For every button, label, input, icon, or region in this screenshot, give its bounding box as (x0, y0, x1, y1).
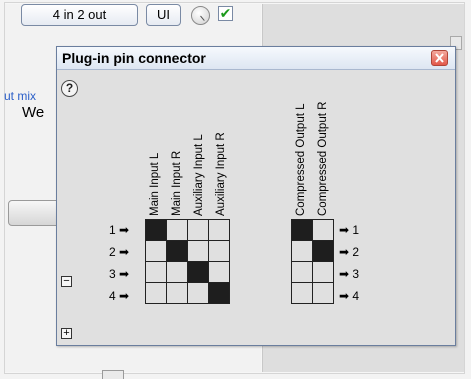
wet-knob[interactable] (191, 6, 210, 25)
pin-cell-connected[interactable] (312, 240, 334, 262)
pin-column-label: Main Input R (171, 150, 183, 216)
pin-row-label: ➡ 4 (339, 289, 360, 303)
pin-column-label: Auxiliary Input R (215, 132, 227, 216)
pin-cell[interactable] (291, 240, 313, 262)
pin-cell-connected[interactable] (291, 219, 313, 241)
pin-cell[interactable] (291, 261, 313, 283)
pin-cell[interactable] (187, 219, 209, 241)
pin-cell[interactable] (166, 282, 188, 304)
fader-slider[interactable] (8, 200, 60, 226)
pin-cell-connected[interactable] (166, 240, 188, 262)
pin-cell-connected[interactable] (208, 282, 230, 304)
wet-sub-label: We (22, 104, 45, 121)
pin-cell[interactable] (312, 219, 334, 241)
pin-cell[interactable] (312, 282, 334, 304)
pin-column-label: Auxiliary Input L (193, 134, 205, 216)
wet-mix-label: ut mix (4, 89, 37, 103)
pin-cell[interactable] (145, 240, 167, 262)
pin-cell[interactable] (208, 219, 230, 241)
pin-row-label: ➡ 3 (339, 267, 360, 281)
pin-row-label: 4 ➡ (109, 289, 130, 303)
pin-row-label: 1 ➡ (109, 223, 130, 237)
routing-button[interactable]: 4 in 2 out (21, 4, 138, 26)
pin-cell[interactable] (291, 282, 313, 304)
pin-row-label: ➡ 2 (339, 245, 360, 259)
pin-cell-connected[interactable] (145, 219, 167, 241)
enable-checkbox[interactable]: ✔ (218, 6, 233, 21)
close-icon (435, 53, 444, 63)
pin-cell[interactable] (208, 261, 230, 283)
pin-cell[interactable] (145, 261, 167, 283)
pin-cell-connected[interactable] (187, 261, 209, 283)
close-button[interactable] (431, 50, 448, 66)
pin-connector-dialog: Plug-in pin connector ? − + Main Input L… (56, 46, 456, 346)
expand-button[interactable]: + (61, 328, 72, 339)
pin-column-label: Compressed Output L (295, 103, 307, 216)
pin-cell[interactable] (187, 240, 209, 262)
dialog-titlebar[interactable]: Plug-in pin connector (57, 47, 455, 70)
pin-cell[interactable] (312, 261, 334, 283)
pin-cell[interactable] (166, 219, 188, 241)
collapse-button[interactable]: − (61, 276, 72, 287)
pin-column-label: Compressed Output R (317, 101, 329, 216)
bottom-tab[interactable] (102, 370, 124, 379)
help-button[interactable]: ? (61, 80, 78, 97)
pin-row-label: ➡ 1 (339, 223, 360, 237)
pin-cell[interactable] (166, 261, 188, 283)
pin-cell[interactable] (187, 282, 209, 304)
ui-button[interactable]: UI (146, 4, 181, 26)
pin-column-label: Main Input L (149, 152, 161, 216)
dialog-title: Plug-in pin connector (62, 50, 206, 66)
pin-cell[interactable] (145, 282, 167, 304)
pin-cell[interactable] (208, 240, 230, 262)
pin-row-label: 3 ➡ (109, 267, 130, 281)
pin-row-label: 2 ➡ (109, 245, 130, 259)
